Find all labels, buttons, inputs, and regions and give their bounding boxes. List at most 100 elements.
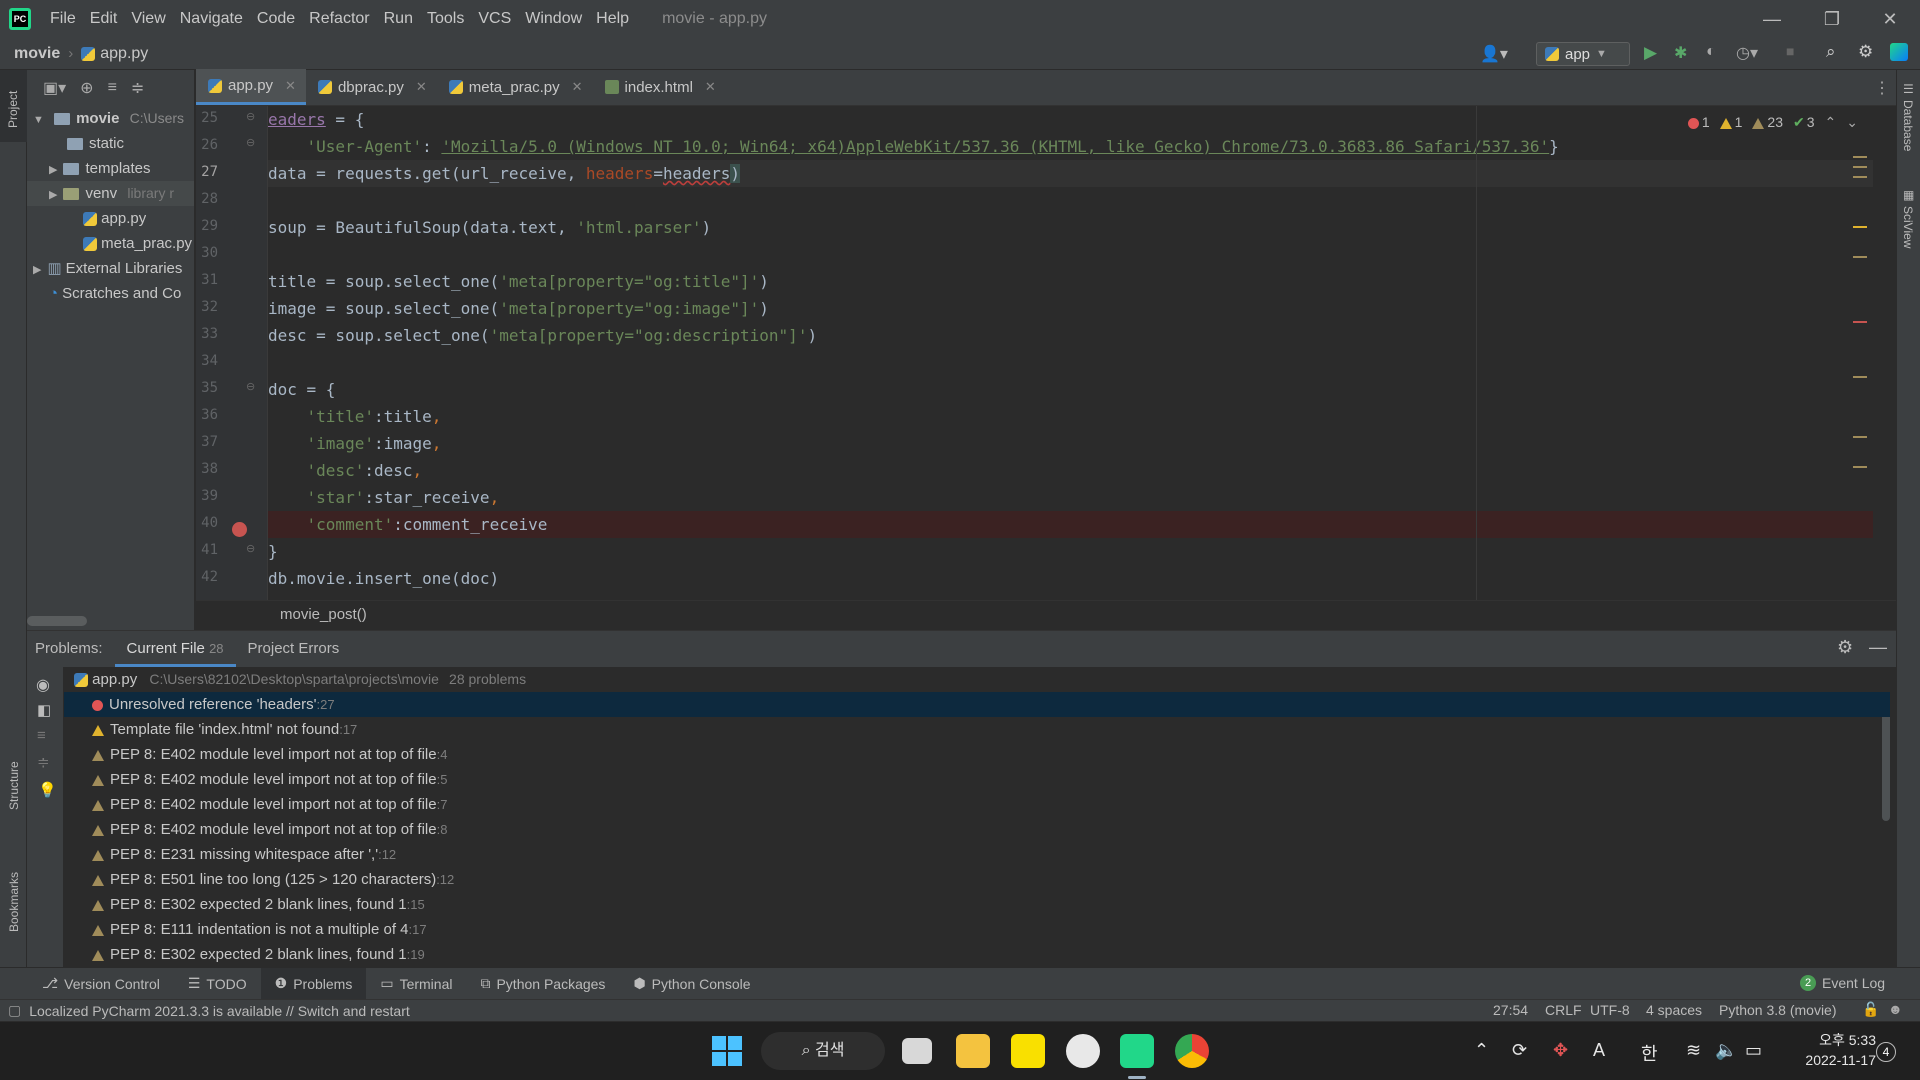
editor-breadcrumb[interactable]: movie_post() bbox=[196, 600, 1896, 630]
close-icon[interactable]: ✕ bbox=[705, 79, 716, 95]
problem-row[interactable]: PEP 8: E402 module level import not at t… bbox=[64, 817, 1890, 842]
menu-code[interactable]: Code bbox=[250, 0, 302, 38]
fold-icon[interactable]: ⊖ bbox=[246, 110, 255, 123]
horizontal-scrollbar[interactable] bbox=[27, 616, 87, 626]
search-icon[interactable]: ⌕ bbox=[1826, 42, 1836, 62]
chevron-down-icon[interactable]: ⌄ bbox=[1846, 114, 1858, 131]
clock-date[interactable]: 2022-11-17 bbox=[1788, 1052, 1876, 1068]
tree-item-venv[interactable]: ▶ venv library r bbox=[27, 181, 194, 206]
terminal-button[interactable]: ▭ Terminal bbox=[366, 968, 466, 1000]
tray-app-icon[interactable]: ✥ bbox=[1553, 1040, 1568, 1061]
tree-item-static[interactable]: static bbox=[67, 131, 124, 156]
problem-row[interactable]: PEP 8: E402 module level import not at t… bbox=[64, 767, 1890, 792]
windows-start-icon[interactable] bbox=[712, 1036, 742, 1066]
tab-index-html[interactable]: index.html ✕ bbox=[593, 69, 726, 105]
line-separator[interactable]: CRLF bbox=[1545, 1002, 1582, 1018]
menu-file[interactable]: File bbox=[43, 0, 83, 38]
run-config-dropdown[interactable]: app ▼ bbox=[1536, 42, 1630, 66]
kakaotalk-icon[interactable] bbox=[1011, 1034, 1045, 1068]
tree-item-app-py[interactable]: app.py bbox=[83, 206, 146, 231]
app-icon[interactable] bbox=[1066, 1034, 1100, 1068]
status-message[interactable]: Localized PyCharm 2021.3.3 is available … bbox=[29, 1003, 410, 1019]
eye-icon[interactable]: ◉ bbox=[36, 675, 50, 695]
problem-row[interactable]: PEP 8: E302 expected 2 blank lines, foun… bbox=[64, 942, 1890, 967]
taskbar-search[interactable]: ⌕ 검색 bbox=[761, 1032, 885, 1070]
profile-icon[interactable]: ◷▾ bbox=[1736, 43, 1758, 63]
lock-icon[interactable]: 🔓 bbox=[1862, 1001, 1879, 1018]
structure-tool-button[interactable]: Structure bbox=[7, 761, 21, 810]
stop-icon[interactable]: ■ bbox=[1786, 43, 1794, 59]
volume-icon[interactable]: 🔈 bbox=[1715, 1040, 1737, 1061]
problem-row[interactable]: Template file 'index.html' not found:17 bbox=[64, 717, 1890, 742]
chevron-up-icon[interactable]: ⌃ bbox=[1474, 1040, 1489, 1061]
caret-position[interactable]: 27:54 bbox=[1493, 1002, 1528, 1018]
debug-icon[interactable]: ✱ bbox=[1674, 43, 1687, 63]
user-vcs-icon[interactable]: 👤▾ bbox=[1480, 44, 1508, 64]
menu-tools[interactable]: Tools bbox=[420, 0, 471, 38]
fold-icon[interactable]: ⊖ bbox=[246, 380, 255, 393]
version-control-button[interactable]: ⎇ Version Control bbox=[28, 968, 174, 1000]
project-view-icon[interactable]: ▣▾ bbox=[43, 78, 66, 98]
file-explorer-icon[interactable] bbox=[956, 1034, 990, 1068]
problems-button[interactable]: ❶ Problems bbox=[260, 967, 367, 1000]
clock-time[interactable]: 오후 5:33 bbox=[1800, 1030, 1876, 1050]
coverage-icon[interactable]: ◐ bbox=[1706, 43, 1716, 61]
chrome-icon[interactable] bbox=[1175, 1034, 1209, 1068]
problem-row[interactable]: PEP 8: E111 indentation is not a multipl… bbox=[64, 917, 1890, 942]
ime-korean[interactable]: 한 bbox=[1641, 1040, 1658, 1066]
python-packages-button[interactable]: ⧉ Python Packages bbox=[466, 968, 619, 1000]
database-tool-button[interactable]: Database bbox=[1901, 100, 1915, 151]
wifi-icon[interactable]: ≋ bbox=[1686, 1040, 1701, 1061]
breadcrumb-file[interactable]: app.py bbox=[100, 45, 148, 63]
inspection-widget[interactable]: 1 1 23 ✔ 3 ⌃ ⌄ bbox=[1687, 114, 1858, 131]
menu-edit[interactable]: Edit bbox=[83, 0, 125, 38]
close-icon[interactable]: ✕ bbox=[285, 78, 296, 94]
battery-icon[interactable]: ▭ bbox=[1745, 1040, 1762, 1061]
tab-app-py[interactable]: app.py ✕ bbox=[196, 69, 306, 105]
python-console-button[interactable]: ⬢ Python Console bbox=[619, 968, 764, 1000]
project-tool-window-button[interactable]: Project bbox=[0, 70, 27, 142]
menu-navigate[interactable]: Navigate bbox=[173, 0, 250, 38]
problem-row[interactable]: PEP 8: E302 expected 2 blank lines, foun… bbox=[64, 892, 1890, 917]
tree-item-meta-prac-py[interactable]: meta_prac.py bbox=[83, 231, 192, 256]
problem-row[interactable]: PEP 8: E402 module level import not at t… bbox=[64, 742, 1890, 767]
problem-row[interactable]: PEP 8: E501 line too long (125 > 120 cha… bbox=[64, 867, 1890, 892]
bookmarks-tool-button[interactable]: Bookmarks bbox=[7, 872, 21, 932]
problem-row[interactable]: Unresolved reference 'headers':27 bbox=[64, 692, 1890, 717]
menu-vcs[interactable]: VCS bbox=[471, 0, 518, 38]
breadcrumb-function[interactable]: movie_post() bbox=[280, 606, 367, 623]
hector-icon[interactable]: ☻ bbox=[1888, 1001, 1903, 1017]
bulb-icon[interactable]: 💡 bbox=[38, 781, 57, 799]
tree-item-templates[interactable]: ▶ templates bbox=[49, 156, 151, 181]
problem-row[interactable]: PEP 8: E231 missing whitespace after ','… bbox=[64, 842, 1890, 867]
toolbox-icon[interactable] bbox=[1890, 43, 1908, 61]
todo-button[interactable]: ☰ TODO bbox=[174, 968, 261, 1000]
menu-view[interactable]: View bbox=[124, 0, 172, 38]
gear-icon[interactable]: ⚙ bbox=[1858, 42, 1873, 62]
breadcrumb-project[interactable]: movie bbox=[14, 45, 60, 63]
fold-icon[interactable]: ⊖ bbox=[246, 542, 255, 555]
task-view-icon[interactable] bbox=[902, 1038, 932, 1064]
tab-current-file[interactable]: Current File 28 bbox=[114, 631, 236, 667]
tab-project-errors[interactable]: Project Errors bbox=[236, 631, 352, 667]
chevron-up-icon[interactable]: ⌃ bbox=[1825, 114, 1837, 131]
sciview-tool-button[interactable]: SciView bbox=[1901, 206, 1915, 248]
menu-refactor[interactable]: Refactor bbox=[302, 0, 376, 38]
problem-row[interactable]: PEP 8: E402 module level import not at t… bbox=[64, 792, 1890, 817]
tab-dbprac-py[interactable]: dbprac.py ✕ bbox=[306, 69, 437, 105]
fold-icon[interactable]: ⊖ bbox=[246, 136, 255, 149]
close-icon[interactable]: ✕ bbox=[416, 79, 427, 95]
tree-item-movie[interactable]: ▼ movie C:\Users bbox=[33, 106, 195, 131]
event-log-button[interactable]: 2 Event Log bbox=[1800, 975, 1885, 991]
gear-icon[interactable]: ⚙ bbox=[1837, 637, 1853, 658]
tab-actions-icon[interactable]: ⋮ bbox=[1874, 78, 1890, 98]
close-button[interactable]: ✕ bbox=[1860, 0, 1920, 38]
collapse-all-icon[interactable]: ≑ bbox=[37, 753, 50, 771]
indent-setting[interactable]: 4 spaces bbox=[1646, 1002, 1702, 1018]
minimize-panel-icon[interactable]: — bbox=[1869, 637, 1887, 658]
tree-item-external-libraries[interactable]: ▶ ▥ External Libraries bbox=[33, 256, 195, 281]
code-editor[interactable]: eaders = { 'User-Agent': 'Mozilla/5.0 (W… bbox=[268, 106, 1873, 600]
menu-help[interactable]: Help bbox=[589, 0, 636, 38]
expand-all-icon[interactable]: ≡ bbox=[37, 727, 46, 744]
collapse-all-icon[interactable]: ≑ bbox=[131, 78, 144, 98]
